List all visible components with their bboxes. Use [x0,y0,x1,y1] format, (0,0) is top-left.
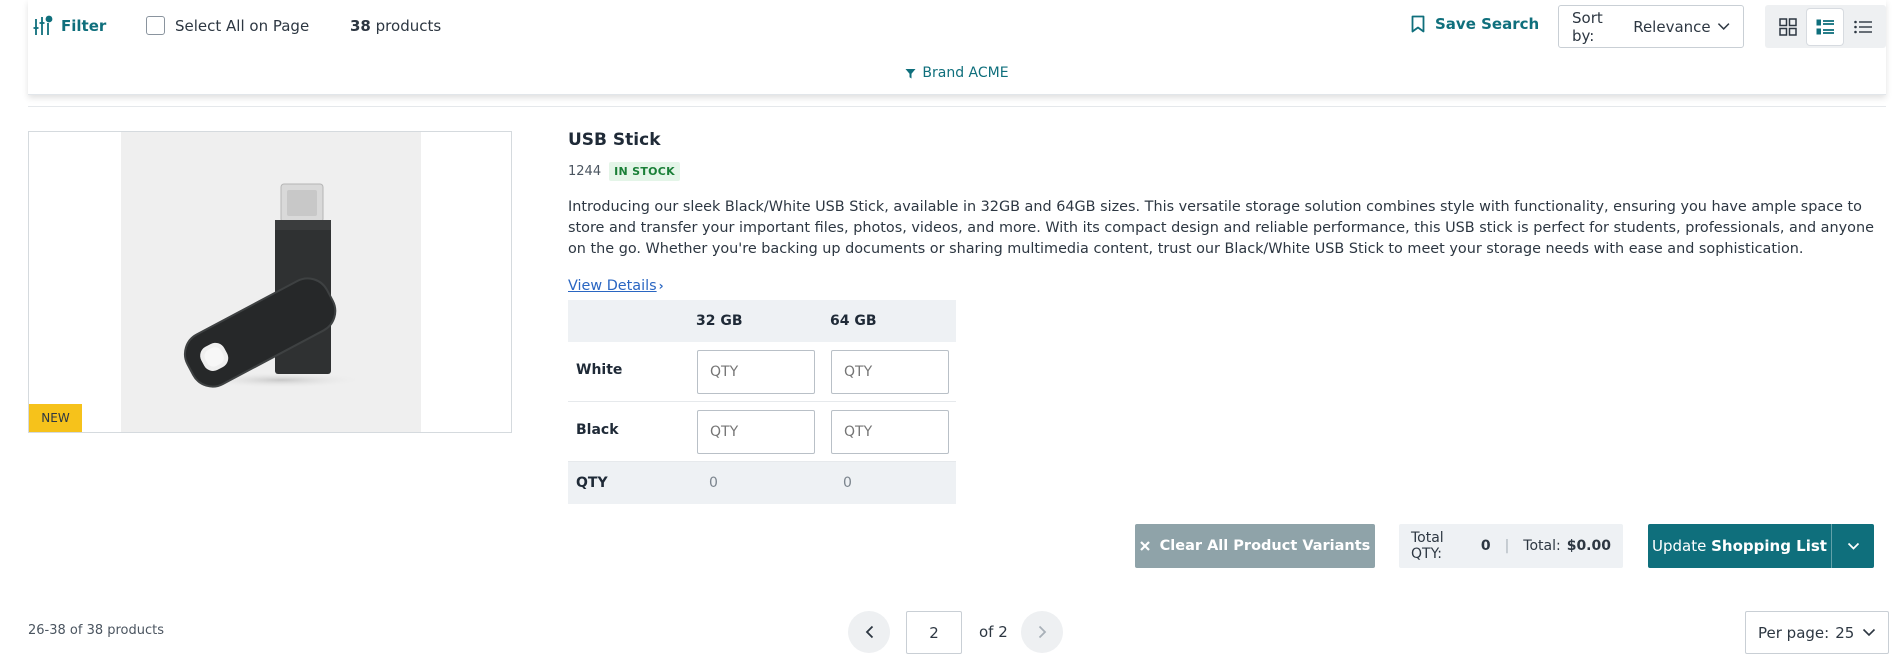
update-shopping-list-label: Update Shopping List [1648,537,1831,555]
product-description: Introducing our sleek Black/White USB St… [568,199,1874,257]
variant-row-label: White [576,362,623,378]
variant-column-header: 32 GB [696,313,743,329]
product-image-card[interactable]: NEW [28,131,512,433]
totals-separator: | [1504,538,1510,554]
select-all-checkbox[interactable] [146,16,165,35]
total-label: Total: [1523,538,1561,554]
sort-prefix: Sort by: [1572,8,1603,45]
next-page-button[interactable] [1021,611,1063,653]
save-search-button[interactable]: Save Search [1411,15,1539,33]
active-filter-label: Brand ACME [922,65,1009,81]
list-view-icon [1816,19,1835,34]
compact-list-button[interactable] [1845,9,1881,45]
save-search-label: Save Search [1435,15,1540,33]
product-count-number: 38 [350,17,371,35]
toolbar-row: Filter Select All on Page 38 products Sa… [28,0,1886,52]
filter-button[interactable]: Filter [33,12,106,40]
variant-row-white: White [568,342,956,402]
total-qty-label: Total QTY: [1411,530,1444,562]
chevron-right-icon [1038,625,1046,639]
per-page-value: 25 [1835,623,1855,642]
grid-view-button[interactable] [1770,9,1806,45]
grid-view-icon [1779,17,1797,36]
product-name[interactable]: USB Stick [568,130,661,150]
sku-row: 1244 IN STOCK [568,162,680,181]
sort-value: Relevance [1633,17,1711,36]
product-count-suffix: products [375,17,442,35]
bookmark-icon [1411,15,1425,33]
product-sku: 1244 [568,164,602,179]
view-mode-switcher [1765,5,1886,48]
select-all-label: Select All on Page [175,16,310,35]
toolbar: Filter Select All on Page 38 products Sa… [28,0,1886,95]
chevron-right-icon: › [658,279,664,293]
stock-status-badge: IN STOCK [609,162,680,181]
chevron-down-icon [1847,542,1859,550]
select-all-on-page[interactable]: Select All on Page [146,16,309,35]
active-filter-chip[interactable]: Brand ACME [28,65,1886,81]
update-prefix: Update [1652,537,1707,555]
variant-column-header: 64 GB [830,313,877,329]
update-shopping-list-button[interactable]: Update Shopping List [1648,524,1874,568]
filter-label: Filter [61,17,107,35]
total-value: $0.00 [1566,538,1611,554]
variant-row-label: Black [576,422,619,438]
qty-input-black-32gb[interactable] [697,410,815,454]
update-bold: Shopping List [1711,537,1827,555]
close-icon [1139,541,1150,551]
variant-header-row: 32 GB 64 GB [568,300,956,342]
totals-summary: Total QTY: 0 | Total: $0.00 [1399,524,1623,568]
new-badge: NEW [29,404,82,432]
variant-matrix: 32 GB 64 GB White Black QTY 0 0 [568,300,956,504]
shopping-list-dropdown-toggle[interactable] [1831,524,1874,568]
sort-select[interactable]: Sort by: Relevance [1558,5,1744,48]
results-range: 26-38 of 38 products [28,623,165,638]
previous-page-button[interactable] [848,611,890,653]
clear-all-label: Clear All Product Variants [1159,538,1371,554]
variant-column-total: 0 [843,475,852,491]
compact-list-icon [1854,20,1873,33]
per-page-label: Per page: [1758,623,1830,642]
view-details-link[interactable]: View Details › [568,278,664,294]
qty-input-white-64gb[interactable] [831,350,949,394]
chevron-down-icon [1717,23,1730,30]
funnel-icon [905,68,916,78]
variant-column-total: 0 [709,475,718,491]
divider [28,106,1886,107]
variant-row-black: Black [568,402,956,462]
product-image[interactable] [121,132,421,432]
product-count: 38 products [350,17,441,35]
filter-sliders-icon [33,15,53,35]
chevron-left-icon [865,625,873,639]
page-of-total: of 2 [979,623,1008,641]
qty-input-black-64gb[interactable] [831,410,949,454]
variant-totals-row: QTY 0 0 [568,462,956,504]
page-number-input[interactable] [906,611,962,654]
qty-input-white-32gb[interactable] [697,350,815,394]
variant-totals-label: QTY [576,475,608,491]
per-page-select[interactable]: Per page: 25 [1745,611,1889,654]
clear-all-variants-button[interactable]: Clear All Product Variants [1135,524,1375,568]
usb-stick-image [183,183,363,388]
view-details-label: View Details [568,278,657,294]
list-view-button[interactable] [1807,8,1844,45]
total-qty-value: 0 [1480,538,1491,554]
chevron-down-icon [1862,628,1876,637]
